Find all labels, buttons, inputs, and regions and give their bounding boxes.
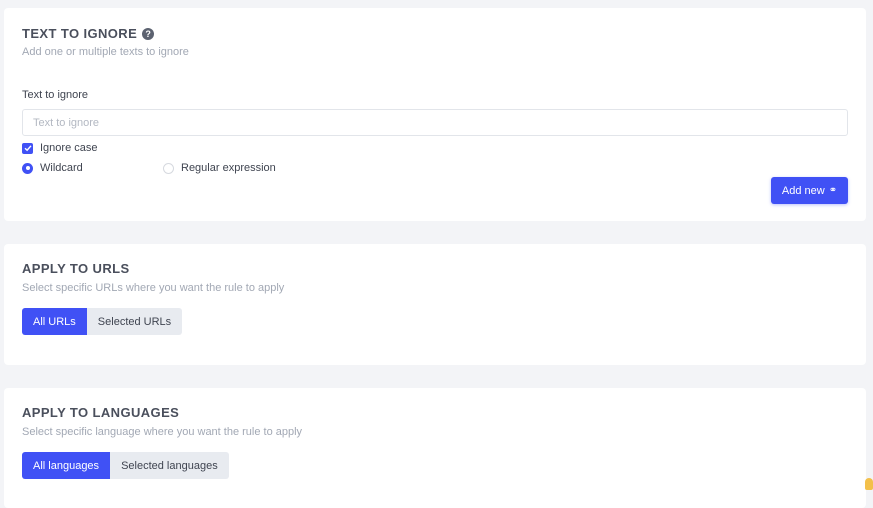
text-to-ignore-label: Text to ignore xyxy=(22,89,89,101)
selected-urls-button[interactable]: Selected URLs xyxy=(86,308,183,335)
question-circle-icon[interactable]: ? xyxy=(142,28,155,40)
regular-expression-label: Regular expression xyxy=(181,162,276,174)
checkbox-checked-icon xyxy=(22,142,33,154)
text-to-ignore-card: TEXT TO IGNORE? Add one or multiple text… xyxy=(4,8,866,221)
regular-expression-radio[interactable]: Regular expression xyxy=(163,162,276,174)
all-urls-button[interactable]: All URLs xyxy=(22,308,87,335)
radio-selected-icon xyxy=(22,162,33,174)
apply-to-languages-subtitle: Select specific language where you want … xyxy=(22,426,303,438)
url-scope-toggle: All URLs Selected URLs xyxy=(22,308,183,335)
text-to-ignore-subtitle: Add one or multiple texts to ignore xyxy=(22,46,189,58)
add-new-label: Add new xyxy=(781,184,825,197)
wildcard-radio[interactable]: Wildcard xyxy=(22,162,83,174)
apply-to-urls-subtitle: Select specific URLs where you want the … xyxy=(22,282,285,294)
text-to-ignore-input[interactable] xyxy=(22,109,848,136)
ignore-case-checkbox[interactable]: Ignore case xyxy=(22,142,97,154)
all-languages-button[interactable]: All languages xyxy=(22,452,111,479)
add-new-button[interactable]: Add new ⚭ xyxy=(771,177,848,204)
link-icon: ⚭ xyxy=(828,185,838,196)
apply-to-languages-heading: APPLY TO LANGUAGES xyxy=(22,405,180,420)
text-to-ignore-heading: TEXT TO IGNORE? xyxy=(22,26,155,41)
wildcard-label: Wildcard xyxy=(40,162,83,174)
text-to-ignore-title: TEXT TO IGNORE xyxy=(22,26,138,41)
apply-to-languages-card: APPLY TO LANGUAGES Select specific langu… xyxy=(4,388,866,508)
ignore-case-label: Ignore case xyxy=(40,142,98,154)
selected-languages-button[interactable]: Selected languages xyxy=(110,452,229,479)
pointer-hand-icon xyxy=(865,478,873,490)
radio-unselected-icon xyxy=(163,162,174,174)
language-scope-toggle: All languages Selected languages xyxy=(22,452,229,479)
apply-to-urls-card: APPLY TO URLS Select specific URLs where… xyxy=(4,244,866,365)
apply-to-urls-heading: APPLY TO URLS xyxy=(22,261,130,276)
